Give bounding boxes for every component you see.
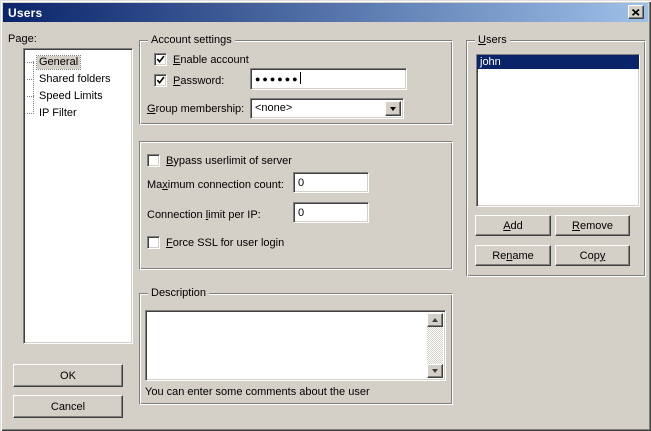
checkmark-icon xyxy=(156,56,165,64)
group-membership-label: Group membership: xyxy=(147,103,244,116)
max-connection-input[interactable]: 0 xyxy=(293,172,369,193)
tree-item-speed-limits[interactable]: Speed Limits xyxy=(24,88,132,105)
group-membership-select[interactable]: <none> xyxy=(250,98,404,119)
description-legend: Description xyxy=(148,287,209,300)
users-list: john xyxy=(476,54,640,207)
add-user-button[interactable]: Add xyxy=(475,215,551,236)
tree-item-general[interactable]: General xyxy=(24,54,132,71)
connection-limits-group: Bypass userlimit of server Maximum conne… xyxy=(139,141,453,270)
force-ssl-checkbox[interactable] xyxy=(147,236,160,249)
page-label: Page: xyxy=(8,33,37,46)
description-hint: You can enter some comments about the us… xyxy=(145,386,370,399)
force-ssl-label[interactable]: Force SSL for user login xyxy=(166,237,284,250)
password-label[interactable]: Password: xyxy=(173,75,224,88)
window-title: Users xyxy=(3,6,42,20)
tree-item-shared-folders[interactable]: Shared folders xyxy=(24,71,132,88)
combo-dropdown-button[interactable] xyxy=(385,101,401,116)
account-settings-legend: Account settings xyxy=(148,34,235,47)
max-connection-label: Maximum connection count: xyxy=(147,179,284,192)
description-textarea[interactable] xyxy=(145,310,446,381)
page-tree: General Shared folders Speed Limits IP F… xyxy=(23,48,133,344)
cancel-button[interactable]: Cancel xyxy=(13,395,123,418)
enable-account-label[interactable]: Enable account xyxy=(173,54,249,67)
tree-branch-icon xyxy=(27,113,34,114)
arrow-up-icon xyxy=(432,318,438,322)
tree-item-ip-filter[interactable]: IP Filter xyxy=(24,105,132,122)
scroll-down-button[interactable] xyxy=(427,364,443,378)
rename-user-button[interactable]: Rename xyxy=(475,245,551,266)
users-group: Users john Add Remove Rename Copy xyxy=(466,40,646,277)
bypass-userlimit-label[interactable]: Bypass userlimit of server xyxy=(166,155,292,168)
user-list-item[interactable]: john xyxy=(477,55,639,69)
connection-limit-per-ip-input[interactable]: 0 xyxy=(293,202,369,223)
description-group: Description You can enter some comments … xyxy=(139,293,453,405)
scroll-up-button[interactable] xyxy=(427,313,443,327)
password-checkbox[interactable] xyxy=(154,74,167,87)
tree-branch-icon xyxy=(27,79,34,80)
account-settings-group: Account settings Enable account Password… xyxy=(139,40,453,125)
close-icon xyxy=(632,9,640,16)
title-bar[interactable]: Users xyxy=(3,3,648,22)
checkmark-icon xyxy=(156,77,165,85)
copy-user-button[interactable]: Copy xyxy=(555,245,630,266)
enable-account-checkbox[interactable] xyxy=(154,53,167,66)
tree-branch-icon xyxy=(27,96,34,97)
ok-button[interactable]: OK xyxy=(13,364,123,387)
password-input[interactable]: ●●●●●● xyxy=(250,68,407,90)
connection-limit-per-ip-label: Connection limit per IP: xyxy=(147,209,261,222)
users-legend: Users xyxy=(475,34,510,47)
text-caret xyxy=(300,72,301,84)
vertical-scrollbar[interactable] xyxy=(427,313,443,378)
chevron-down-icon xyxy=(390,107,396,111)
bypass-userlimit-checkbox[interactable] xyxy=(147,154,160,167)
users-dialog: Users Page: General Shared folders Speed… xyxy=(0,0,651,431)
close-button[interactable] xyxy=(628,5,644,19)
arrow-down-icon xyxy=(432,369,438,373)
tree-branch-icon xyxy=(27,62,34,63)
remove-user-button[interactable]: Remove xyxy=(555,215,630,236)
